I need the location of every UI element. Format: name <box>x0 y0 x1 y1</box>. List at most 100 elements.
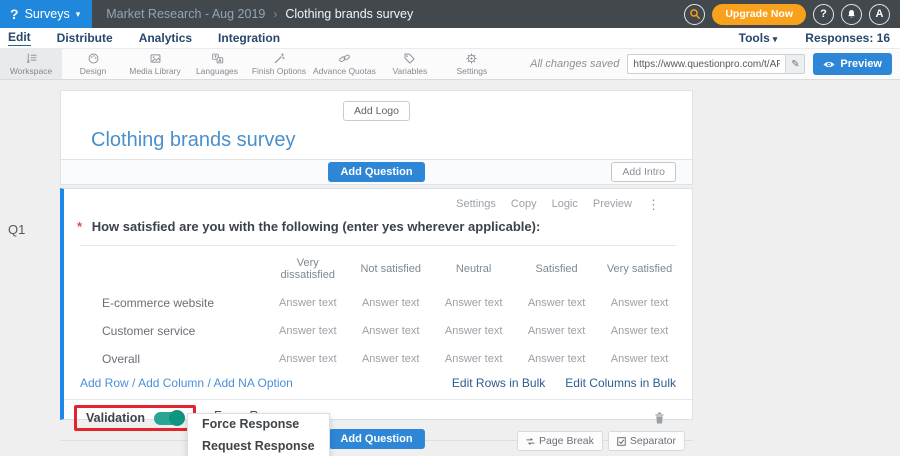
survey-title[interactable]: Clothing brands survey <box>91 129 692 152</box>
questionpro-logo-icon: ? <box>10 6 19 22</box>
answer-text-cell[interactable]: Answer text <box>598 317 681 345</box>
answer-text-cell[interactable]: Answer text <box>349 289 432 317</box>
palette-icon <box>87 52 100 65</box>
matrix-row-label[interactable]: E-commerce website <box>80 289 266 317</box>
edit-url-pencil-icon[interactable]: ✎ <box>785 55 804 73</box>
checkbox-checked-icon <box>617 437 626 446</box>
question-text-row: * How satisfied are you with the followi… <box>64 210 692 234</box>
preview-label: Preview <box>840 58 882 70</box>
matrix-header-row: Very dissatisfied Not satisfied Neutral … <box>80 246 681 289</box>
table-row: Overall Answer text Answer text Answer t… <box>80 345 681 373</box>
add-question-button-top[interactable]: Add Question <box>328 162 424 182</box>
edit-columns-in-bulk-link[interactable]: Edit Columns in Bulk <box>565 376 676 390</box>
survey-canvas: Q1 Add Logo Clothing brands survey Add Q… <box>0 80 900 456</box>
answer-text-cell[interactable]: Answer text <box>266 289 349 317</box>
validation-row: Validation Force Response ▾ <box>64 400 692 431</box>
tab-edit[interactable]: Edit <box>8 30 31 46</box>
magic-wand-icon <box>273 52 286 65</box>
toolbar-advance-quotas[interactable]: Advance Quotas <box>310 49 379 79</box>
tools-menu[interactable]: Tools▾ <box>739 31 778 45</box>
topbar: ? Surveys ▾ Market Research - Aug 2019 ›… <box>0 0 900 28</box>
matrix-column-header[interactable]: Very dissatisfied <box>266 246 349 289</box>
question-settings-link[interactable]: Settings <box>456 198 496 210</box>
add-question-row: Add Question Add Intro <box>60 159 693 185</box>
matrix-column-header[interactable]: Satisfied <box>515 246 598 289</box>
answer-text-cell[interactable]: Answer text <box>598 289 681 317</box>
chain-links-icon <box>338 52 351 65</box>
page-break-label: Page Break <box>539 435 594 447</box>
survey-header: Add Logo Clothing brands survey <box>60 90 693 159</box>
required-asterisk: * <box>77 219 82 234</box>
chevron-down-icon: ▾ <box>773 34 778 44</box>
matrix-column-header[interactable]: Not satisfied <box>349 246 432 289</box>
survey-url-field: ✎ <box>627 54 805 74</box>
survey-header-card: Add Logo Clothing brands survey Add Ques… <box>60 90 693 185</box>
help-icon[interactable]: ? <box>813 4 834 25</box>
responses-count[interactable]: Responses: 16 <box>805 31 890 45</box>
dropdown-option-force-response[interactable]: Force Response <box>188 414 329 436</box>
question-logic-link[interactable]: Logic <box>552 198 578 210</box>
toolbar-label: Design <box>80 66 106 76</box>
validation-toggle[interactable] <box>154 412 184 425</box>
answer-text-cell[interactable]: Answer text <box>515 345 598 373</box>
translate-icon <box>211 52 224 65</box>
separator-toggle-button[interactable]: Separator <box>608 431 685 451</box>
dropdown-option-request-response[interactable]: Request Response <box>188 436 329 456</box>
toolbar-settings[interactable]: Settings <box>441 49 503 79</box>
chevron-down-icon: ▾ <box>76 9 81 20</box>
delete-question-trash-icon[interactable] <box>653 411 666 425</box>
answer-text-cell[interactable]: Answer text <box>266 345 349 373</box>
avatar[interactable]: A <box>869 4 890 25</box>
page-break-button[interactable]: Page Break <box>517 431 603 451</box>
notifications-bell-icon[interactable] <box>841 4 862 25</box>
answer-text-cell[interactable]: Answer text <box>349 317 432 345</box>
toolbar-label: Languages <box>196 66 238 76</box>
preview-button[interactable]: Preview <box>813 53 892 75</box>
answer-text-cell[interactable]: Answer text <box>515 289 598 317</box>
toolbar-variables[interactable]: Variables <box>379 49 441 79</box>
tab-integration[interactable]: Integration <box>218 31 280 46</box>
question-text[interactable]: How satisfied are you with the following… <box>92 219 541 234</box>
answer-text-cell[interactable]: Answer text <box>432 289 515 317</box>
table-row: E-commerce website Answer text Answer te… <box>80 289 681 317</box>
search-icon[interactable] <box>684 4 705 25</box>
add-question-button-bottom[interactable]: Add Question <box>328 429 424 449</box>
question-preview-link[interactable]: Preview <box>593 198 632 210</box>
edit-rows-in-bulk-link[interactable]: Edit Rows in Bulk <box>452 376 545 390</box>
nav-right: Tools▾ Responses: 16 <box>739 31 900 45</box>
add-na-option-link[interactable]: Add NA Option <box>213 376 292 390</box>
answer-text-cell[interactable]: Answer text <box>349 345 432 373</box>
editor-toolbar: Workspace Design Media Library Languages… <box>0 48 900 80</box>
validation-dropdown-menu: Force Response Request Response <box>187 413 330 456</box>
answer-text-cell[interactable]: Answer text <box>515 317 598 345</box>
toolbar-languages[interactable]: Languages <box>186 49 248 79</box>
add-logo-button[interactable]: Add Logo <box>343 101 410 121</box>
question-copy-link[interactable]: Copy <box>511 198 537 210</box>
surveys-menu[interactable]: ? Surveys ▾ <box>0 0 92 28</box>
matrix-row-label[interactable]: Overall <box>80 345 266 373</box>
add-column-link[interactable]: Add Column <box>138 376 204 390</box>
separator-label: Separator <box>630 435 676 447</box>
eye-icon <box>823 60 835 69</box>
kebab-menu-icon[interactable]: ⋮ <box>647 199 660 210</box>
add-row-link[interactable]: Add Row <box>80 376 129 390</box>
matrix-column-header[interactable]: Very satisfied <box>598 246 681 289</box>
break-controls: Page Break Separator <box>517 431 685 451</box>
add-intro-button[interactable]: Add Intro <box>611 162 676 182</box>
breadcrumb-parent[interactable]: Market Research - Aug 2019 <box>106 7 265 21</box>
answer-text-cell[interactable]: Answer text <box>432 345 515 373</box>
tab-analytics[interactable]: Analytics <box>139 31 192 46</box>
toolbar-design[interactable]: Design <box>62 49 124 79</box>
upgrade-now-button[interactable]: Upgrade Now <box>712 4 806 25</box>
tab-distribute[interactable]: Distribute <box>57 31 113 46</box>
toolbar-workspace[interactable]: Workspace <box>0 49 62 79</box>
survey-url-input[interactable] <box>628 59 785 70</box>
matrix-column-header[interactable]: Neutral <box>432 246 515 289</box>
matrix-row-label[interactable]: Customer service <box>80 317 266 345</box>
answer-text-cell[interactable]: Answer text <box>432 317 515 345</box>
toolbar-finish-options[interactable]: Finish Options <box>248 49 310 79</box>
answer-text-cell[interactable]: Answer text <box>266 317 349 345</box>
answer-text-cell[interactable]: Answer text <box>598 345 681 373</box>
toolbar-media-library[interactable]: Media Library <box>124 49 186 79</box>
question-card: Settings Copy Logic Preview ⋮ * How sati… <box>60 188 693 420</box>
